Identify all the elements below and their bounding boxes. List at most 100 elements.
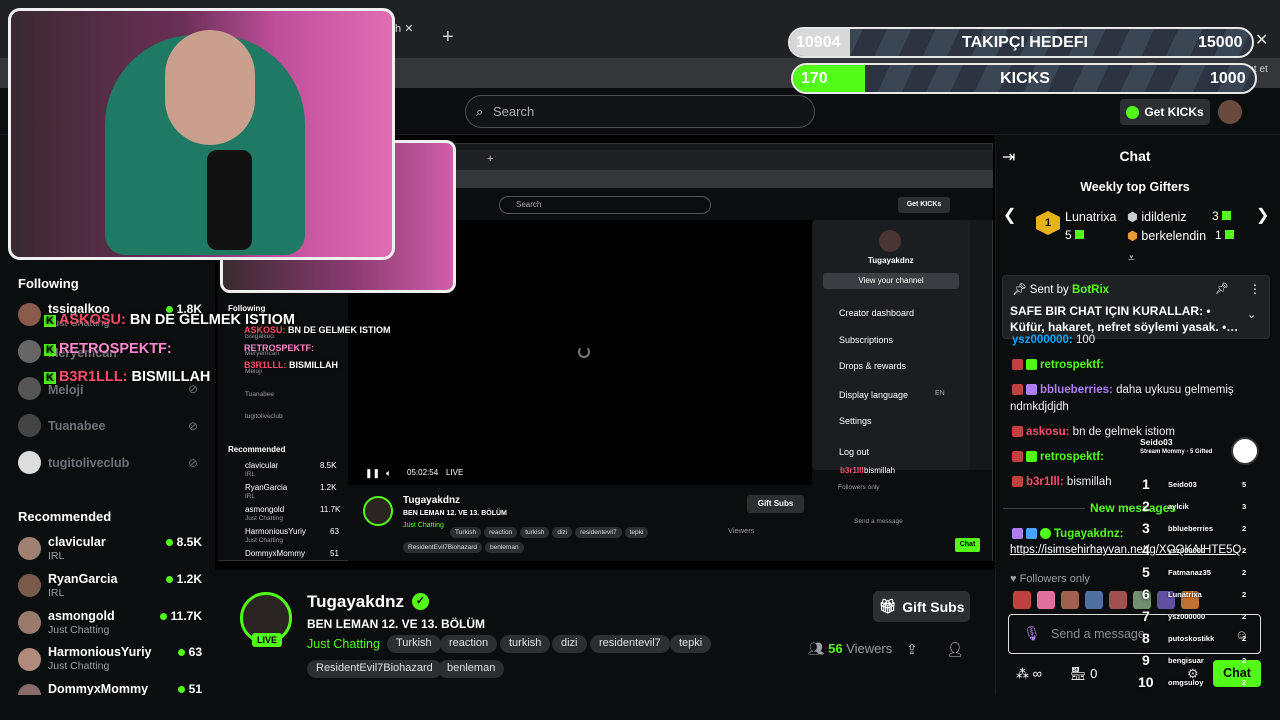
emote-icon[interactable] [1013,591,1031,609]
avatar[interactable] [18,574,41,597]
stream-tag[interactable]: residentevil7 [590,635,670,653]
user-avatar[interactable] [1218,100,1242,124]
leaderboard-value: 2 [1242,656,1247,665]
pinned-toggle-icon[interactable]: ⩡ [1128,251,1135,266]
leaderboard-name: ysz000000 [1168,612,1206,621]
avatar[interactable] [18,537,41,560]
gifters-title: Weekly top Gifters [1080,180,1190,194]
avatar[interactable] [18,648,41,671]
chat-send-button[interactable]: Chat [1213,660,1261,687]
nested-rec-name: DommyxMommy [245,549,305,558]
sidebar-viewer-count-value: 63 [188,645,202,659]
microphone-icon [207,150,252,250]
leaderboard-value: 2 [1242,546,1247,555]
chat-username[interactable]: bblueberries: [1040,384,1113,396]
mic-icon[interactable]: 🎙︎ [1023,625,1041,642]
chevron-left-icon[interactable]: ❮ [1003,205,1016,225]
emote-icon[interactable] [1037,591,1055,609]
nested-tag: residentevil7 [575,527,622,538]
chat-username[interactable]: retrospektf: [1040,359,1104,371]
chat-link[interactable]: https://isimsehirhayvan.net/g/XOQKAIHTE5… [1010,544,1241,556]
chat-username[interactable]: Tugayakdnz: [1054,528,1123,540]
offline-icon: ⊘ [188,419,199,433]
share-icon[interactable]: ⇪ [906,641,918,658]
chat-username[interactable]: ysz000000: [1012,334,1073,346]
emote-icon[interactable] [1109,591,1127,609]
stream-tag[interactable]: dizi [552,635,587,653]
live-dot-icon [177,649,185,657]
nested-search: Search [499,196,711,214]
unpin-icon[interactable]: 📌︎ [1215,282,1229,295]
gifter-name[interactable]: ⬢ idildeniz [1127,209,1187,224]
nested-menu-item: Settings [839,416,872,426]
leaderboard-name: aylcik [1168,502,1189,511]
sidebar-recommended-name[interactable]: HarmoniousYuriy [48,645,152,659]
gifter-name[interactable]: Lunatrixa [1065,210,1116,224]
avatar[interactable] [18,303,41,326]
mic-badge-icon [1012,528,1023,540]
sidebar-recommended-name[interactable]: DommyxMommy [48,682,148,696]
browser-tab[interactable]: h ✕ [395,22,425,50]
avatar[interactable] [18,451,41,474]
chevron-right-icon[interactable]: ❯ [1256,205,1269,225]
nested-rec-count: 8.5K [320,461,337,470]
sidebar-following-name[interactable]: Meloji [48,383,83,397]
stream-tag[interactable]: ResidentEvil7Biohazard [307,660,442,678]
leaderboard-value: 3 [1242,502,1247,511]
emote-icon[interactable] [1061,591,1079,609]
sidebar-recommended-name[interactable]: RyanGarcia [48,572,117,586]
collapse-chat-icon[interactable]: ⇥ [1002,147,1015,167]
sidebar-following-name[interactable]: tugitoliveclub [48,456,129,470]
chat-username[interactable]: askosu: [1026,426,1069,438]
viewer-count: 👥︎ 56 Viewers [808,641,892,657]
close-tab-icon[interactable]: ✕ [404,23,413,35]
gift-subs-button[interactable]: 🎁︎ Gift Subs [873,591,970,622]
gift-icon [1074,230,1084,239]
leaderboard-name: putoskostikk [1168,634,1215,643]
nested-language-value: EN [935,390,945,397]
live-badge: LIVE [252,633,282,647]
nested-tag: benleman [485,542,524,553]
gift-balance-value: 0 [1090,666,1098,681]
nested-tag: tepki [624,527,649,538]
chat-username[interactable]: b3r1lll: [1026,476,1064,488]
sidebar-recommended-category: Just Chatting [48,660,110,672]
gift-icon [1224,230,1234,239]
sidebar-following-name[interactable]: Tuanabee [48,419,105,433]
stream-tag[interactable]: turkish [500,635,551,653]
nested-chat-button: Chat [955,538,980,552]
leaderboard-rank: 1 [1142,476,1150,492]
avatar[interactable] [18,377,41,400]
new-tab-icon[interactable]: + [442,26,454,49]
kicks-balance-icon[interactable]: ⁂ ∞ [1016,666,1042,682]
window-close-icon[interactable]: ✕ [1255,30,1268,50]
gifter-name[interactable]: ⬢ berkelendin [1127,228,1206,243]
chat-username[interactable]: retrospektf: [1040,451,1104,463]
nested-rec-count: 51 [330,549,339,558]
stream-category-link[interactable]: Just Chatting [307,637,380,651]
avatar[interactable] [18,340,41,363]
leaderboard-top-user: Seido03 [1140,437,1173,447]
follower-goal-current: 10904 [796,34,841,51]
follow-user-icon[interactable]: 👤︎ [946,641,964,658]
sidebar-recommended-name[interactable]: asmongold [48,609,115,623]
overlay-chat-text: BN DE GELMEK ISTIOM [288,325,391,335]
stream-tag[interactable]: Turkish [387,635,441,653]
follower-goal-label: TAKIPÇI HEDEFI [962,34,1088,51]
sidebar-recommended-name[interactable]: clavicular [48,535,106,549]
stream-tag[interactable]: reaction [440,635,498,653]
avatar[interactable] [18,414,41,437]
new-messages-indicator[interactable]: New messages [1090,501,1176,515]
leaderboard-value: 2 [1242,524,1247,533]
stream-tag[interactable]: benleman [438,660,505,678]
get-kicks-button[interactable]: Get KICKs [1120,99,1210,125]
avatar[interactable] [18,611,41,634]
gift-balance[interactable]: 🏪︎ 0 [1070,666,1097,682]
chevron-down-icon[interactable]: ⌄ [1247,308,1256,321]
more-options-icon[interactable]: ⋮ [1249,282,1261,296]
stream-tag[interactable]: tepki [670,635,712,653]
emote-icon[interactable] [1085,591,1103,609]
nested-time: 05:02:54 [407,468,439,477]
get-kicks-label: Get KICKs [1144,105,1204,119]
streamer-name[interactable]: Tugayakdnz [307,592,404,612]
